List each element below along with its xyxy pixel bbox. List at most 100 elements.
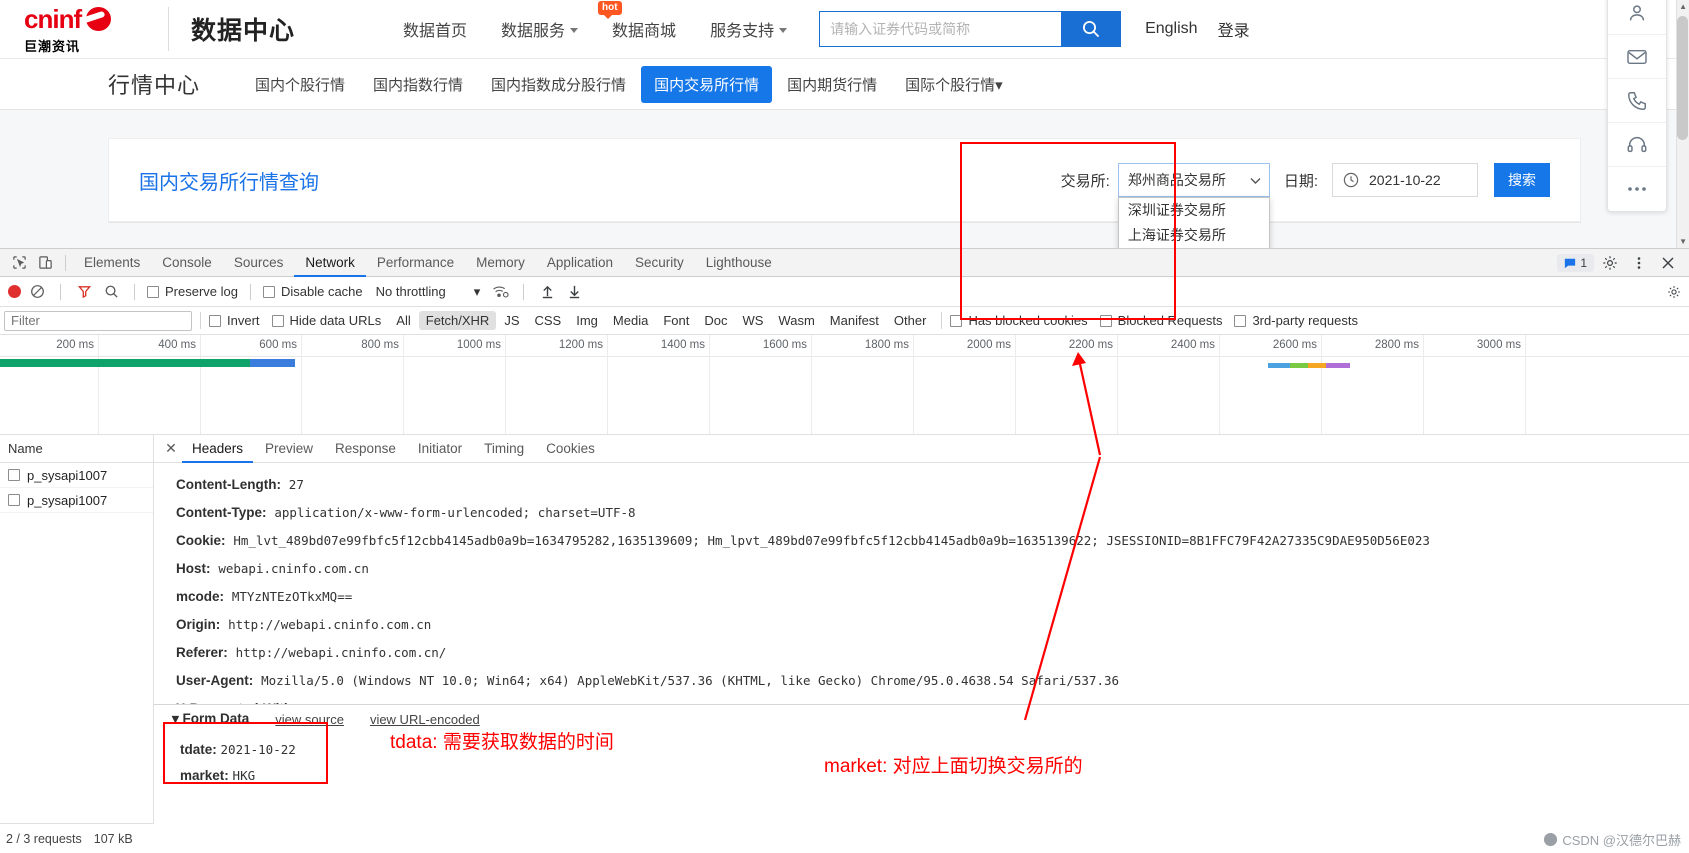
message-count-badge[interactable]: 1 — [1557, 253, 1594, 272]
topnav-item-1[interactable]: 数据服务 — [501, 17, 579, 41]
search-input[interactable] — [819, 11, 1062, 47]
throttling-select[interactable]: No throttling ▾ — [376, 284, 481, 300]
filter-type-font[interactable]: Font — [656, 311, 696, 330]
scroll-up-arrow[interactable]: ▲ — [1679, 2, 1687, 11]
subnav-item-5[interactable]: 国际个股行情▾ — [892, 66, 1016, 103]
subnav-item-3[interactable]: 国内交易所行情 — [641, 65, 773, 103]
subnav-item-1[interactable]: 国内指数行情 — [360, 66, 476, 103]
preserve-log-checkbox[interactable]: Preserve log — [147, 284, 238, 299]
devtools-tab-lighthouse[interactable]: Lighthouse — [695, 249, 783, 277]
has-blocked-cookies-checkbox[interactable]: Has blocked cookies — [950, 313, 1088, 328]
network-conditions-icon[interactable] — [489, 281, 511, 303]
third-party-requests-checkbox[interactable]: 3rd-party requests — [1234, 313, 1358, 328]
import-har-icon[interactable] — [536, 281, 558, 303]
request-icon — [8, 469, 20, 481]
filter-type-js[interactable]: JS — [497, 311, 526, 330]
checkbox-box — [209, 314, 221, 327]
header-key-1: Content-Type: — [176, 505, 267, 520]
request-name-0: p_sysapi1007 — [27, 467, 108, 483]
filter-type-css[interactable]: CSS — [528, 311, 569, 330]
disable-cache-checkbox[interactable]: Disable cache — [262, 284, 363, 299]
filter-type-wasm[interactable]: Wasm — [771, 311, 821, 330]
blocked-requests-checkbox[interactable]: Blocked Requests — [1099, 313, 1222, 328]
filter-type-img[interactable]: Img — [569, 311, 605, 330]
device-toolbar-icon[interactable] — [32, 250, 58, 276]
checkbox-box — [1234, 314, 1247, 327]
devtools-tab-sources[interactable]: Sources — [223, 249, 295, 277]
devtools-tab-console[interactable]: Console — [151, 249, 223, 277]
exchange-dropdown-list[interactable]: 深圳证券交易所 上海证券交易所 香港联合交易所 郑州商品交易所 上海期货交易所 … — [1117, 197, 1270, 248]
network-status-bar: 2 / 3 requests 107 kB — [0, 823, 154, 853]
date-picker[interactable]: 2021-10-22 — [1332, 163, 1478, 197]
devtools-tab-security[interactable]: Security — [624, 249, 695, 277]
form-data-title[interactable]: ▾ Form Data — [172, 711, 249, 727]
search-submit-button[interactable]: 搜索 — [1494, 163, 1550, 197]
rail-headset-icon[interactable] — [1608, 123, 1666, 167]
close-detail-icon[interactable]: ✕ — [162, 440, 180, 458]
topnav-label-1: 数据服务 — [501, 23, 566, 40]
filter-type-manifest[interactable]: Manifest — [823, 311, 886, 330]
filter-input[interactable] — [4, 310, 192, 331]
filter-type-fetch-xhr[interactable]: Fetch/XHR — [418, 311, 497, 330]
scroll-down-arrow[interactable]: ▼ — [1679, 237, 1687, 246]
inspect-element-icon[interactable] — [6, 250, 32, 276]
tick-label-12: 2600 ms — [1272, 339, 1317, 351]
filter-type-all[interactable]: All — [389, 311, 417, 330]
detail-tab-cookies[interactable]: Cookies — [536, 435, 605, 463]
record-button[interactable] — [8, 285, 21, 298]
detail-tab-response[interactable]: Response — [325, 435, 406, 463]
login-link[interactable]: 登录 — [1218, 17, 1250, 41]
exchange-select[interactable]: 郑州商品交易所 深圳证券交易所 上海证券交易所 香港联合交易所 郑州商品交易所 … — [1117, 163, 1270, 248]
hide-data-urls-checkbox[interactable]: Hide data URLs — [271, 313, 381, 328]
request-row-0[interactable]: p_sysapi1007 — [0, 463, 153, 488]
filter-type-other[interactable]: Other — [887, 311, 934, 330]
language-switch[interactable]: English — [1145, 20, 1197, 38]
subnav-item-2[interactable]: 国内指数成分股行情 — [478, 66, 639, 103]
devtools-tab-memory[interactable]: Memory — [465, 249, 536, 277]
devtools-tab-application[interactable]: Application — [536, 249, 624, 277]
detail-tab-initiator[interactable]: Initiator — [408, 435, 472, 463]
filter-type-doc[interactable]: Doc — [697, 311, 734, 330]
filter-type-media[interactable]: Media — [606, 311, 655, 330]
detail-tab-headers[interactable]: Headers — [182, 435, 253, 463]
cninfo-logo[interactable]: cninf 巨潮资讯 — [24, 4, 142, 55]
devtools-tab-performance[interactable]: Performance — [366, 249, 465, 277]
invert-checkbox[interactable]: Invert — [209, 313, 260, 328]
subnav-item-0[interactable]: 国内个股行情 — [242, 66, 358, 103]
topnav-item-2[interactable]: hot 数据商城 — [598, 1, 676, 41]
subnav-item-4[interactable]: 国内期货行情 — [774, 66, 890, 103]
query-controls: 交易所: 郑州商品交易所 深圳证券交易所 上海证券交易所 香港联合交易所 郑州商… — [1061, 163, 1550, 248]
devtools-tab-elements[interactable]: Elements — [73, 249, 151, 277]
form-data-header: ▾ Form Data view source view URL-encoded — [172, 711, 1689, 727]
export-har-icon[interactable] — [563, 281, 585, 303]
more-options-icon[interactable] — [1626, 250, 1652, 276]
detail-tab-preview[interactable]: Preview — [255, 435, 323, 463]
rail-more-icon[interactable] — [1608, 167, 1666, 211]
request-row-1[interactable]: p_sysapi1007 — [0, 488, 153, 513]
page-scroll-thumb[interactable] — [1677, 16, 1688, 140]
settings-gear-icon[interactable] — [1597, 250, 1623, 276]
page-scrollbar[interactable]: ▲ ▼ — [1676, 0, 1689, 248]
message-count: 1 — [1580, 255, 1587, 270]
filter-type-ws[interactable]: WS — [735, 311, 770, 330]
detail-tab-timing[interactable]: Timing — [474, 435, 534, 463]
rail-mail-icon[interactable] — [1608, 35, 1666, 79]
close-devtools-icon[interactable] — [1655, 250, 1681, 276]
view-source-link[interactable]: view source — [275, 712, 344, 727]
rail-user-icon[interactable] — [1608, 0, 1666, 35]
search-network-icon[interactable] — [100, 281, 122, 303]
devtools-tab-network[interactable]: Network — [294, 249, 366, 277]
rail-phone-icon[interactable] — [1608, 79, 1666, 123]
exchange-option-0[interactable]: 深圳证券交易所 — [1119, 198, 1269, 223]
exchange-option-1[interactable]: 上海证券交易所 — [1119, 223, 1269, 248]
network-settings-gear-icon[interactable] — [1667, 281, 1689, 303]
search-button[interactable] — [1061, 11, 1122, 47]
view-url-encoded-link[interactable]: view URL-encoded — [370, 712, 480, 727]
topnav-item-0[interactable]: 数据首页 — [403, 17, 467, 41]
clear-network-icon[interactable] — [26, 281, 48, 303]
request-name-1: p_sysapi1007 — [27, 492, 108, 508]
topnav-item-3[interactable]: 服务支持 — [710, 17, 788, 41]
filter-funnel-icon[interactable] — [73, 281, 95, 303]
network-overview-timeline[interactable]: 200 ms 400 ms 600 ms 800 ms 1000 ms 1200… — [0, 335, 1689, 435]
header-key-5: Origin: — [176, 617, 221, 632]
